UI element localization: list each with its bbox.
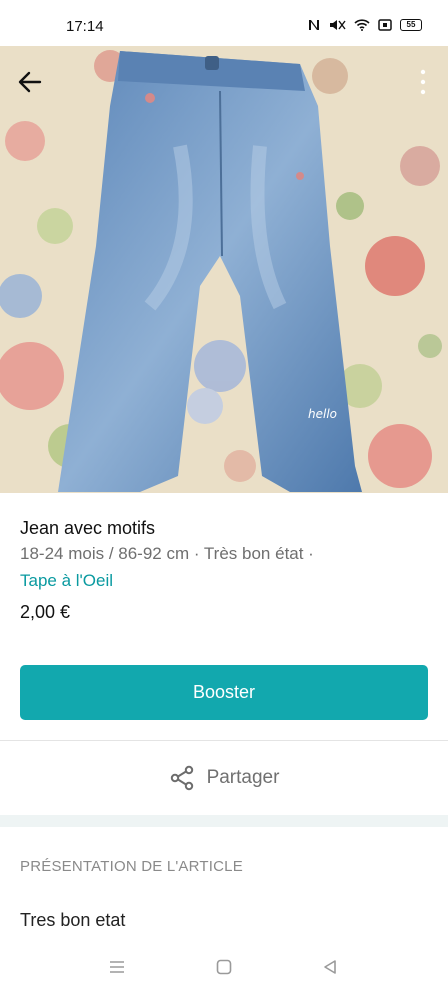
item-price: 2,00 € xyxy=(20,602,71,622)
item-brand-link[interactable]: Tape à l'Oeil xyxy=(20,571,113,591)
share-label: Partager xyxy=(206,767,280,788)
back-nav-icon[interactable] xyxy=(322,959,338,975)
back-arrow-icon[interactable] xyxy=(14,66,46,98)
wifi-icon xyxy=(354,19,370,31)
status-time: 17:14 xyxy=(66,18,104,35)
status-icons: 55 xyxy=(308,19,422,31)
item-size-condition: 18-24 mois / 86-92 cm · Très bon état · xyxy=(20,544,314,563)
navigation-bar xyxy=(0,945,448,995)
svg-text:hello: hello xyxy=(308,407,337,421)
boost-button[interactable]: Booster xyxy=(20,665,428,720)
battery-icon: 55 xyxy=(400,19,422,31)
product-photo[interactable]: hello xyxy=(0,46,448,493)
jeans-photo: hello xyxy=(0,46,448,493)
section-separator xyxy=(0,815,448,827)
share-icon xyxy=(170,765,193,791)
share-button[interactable]: Partager xyxy=(0,741,448,815)
mute-icon xyxy=(330,20,346,30)
status-bar: 17:14 55 xyxy=(0,0,448,46)
item-title: Jean avec motifs xyxy=(20,518,156,538)
recent-apps-icon[interactable] xyxy=(108,959,126,975)
section-title: PRÉSENTATION DE L'ARTICLE xyxy=(20,858,243,875)
more-vertical-icon[interactable] xyxy=(418,66,428,98)
item-description: Tres bon etat xyxy=(20,910,126,930)
home-icon[interactable] xyxy=(216,959,232,975)
screen-record-icon xyxy=(378,19,392,31)
nfc-icon xyxy=(309,20,319,30)
